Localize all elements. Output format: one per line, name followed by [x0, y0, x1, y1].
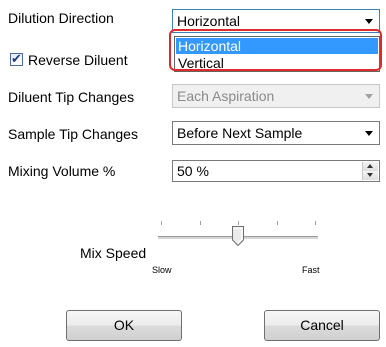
slider-tick — [238, 221, 239, 225]
reverse-diluent-checkbox[interactable]: ✔ — [10, 51, 23, 66]
slider-tick — [161, 221, 162, 225]
diluent-tip-changes-value: Each Aspiration — [177, 88, 275, 104]
mixing-volume-label: Mixing Volume % — [8, 163, 116, 179]
mix-speed-label: Mix Speed — [80, 245, 147, 261]
spin-down-icon[interactable] — [363, 171, 378, 180]
sample-tip-changes-combobox[interactable]: Before Next Sample — [172, 121, 380, 145]
mixing-volume-value[interactable]: 50 % — [177, 163, 209, 179]
highlight-annotation — [169, 29, 382, 71]
diluent-tip-changes-combobox[interactable]: Each Aspiration — [172, 84, 380, 108]
reverse-diluent-label[interactable]: Reverse Diluent — [28, 52, 128, 69]
dilution-direction-value: Horizontal — [177, 13, 241, 29]
spin-buttons[interactable] — [362, 162, 378, 180]
slider-tick — [315, 221, 316, 225]
chevron-down-icon — [365, 94, 373, 99]
mix-speed-max-label: Fast — [302, 265, 320, 275]
slider-tick — [200, 221, 201, 225]
dilution-direction-label: Dilution Direction — [8, 10, 114, 26]
cancel-button[interactable]: Cancel — [264, 310, 380, 341]
ok-button[interactable]: OK — [66, 310, 182, 341]
mixing-volume-spinbox[interactable]: 50 % — [172, 160, 380, 182]
mix-speed-thumb[interactable] — [232, 226, 244, 246]
diluent-tip-changes-label: Diluent Tip Changes — [8, 89, 135, 105]
checkmark-icon: ✔ — [11, 51, 22, 66]
mix-speed-min-label: Slow — [152, 265, 172, 275]
sample-tip-changes-label: Sample Tip Changes — [8, 126, 138, 142]
slider-tick — [277, 221, 278, 225]
sample-tip-changes-value: Before Next Sample — [177, 125, 303, 141]
chevron-down-icon[interactable] — [365, 131, 373, 136]
chevron-down-icon[interactable] — [365, 19, 373, 24]
